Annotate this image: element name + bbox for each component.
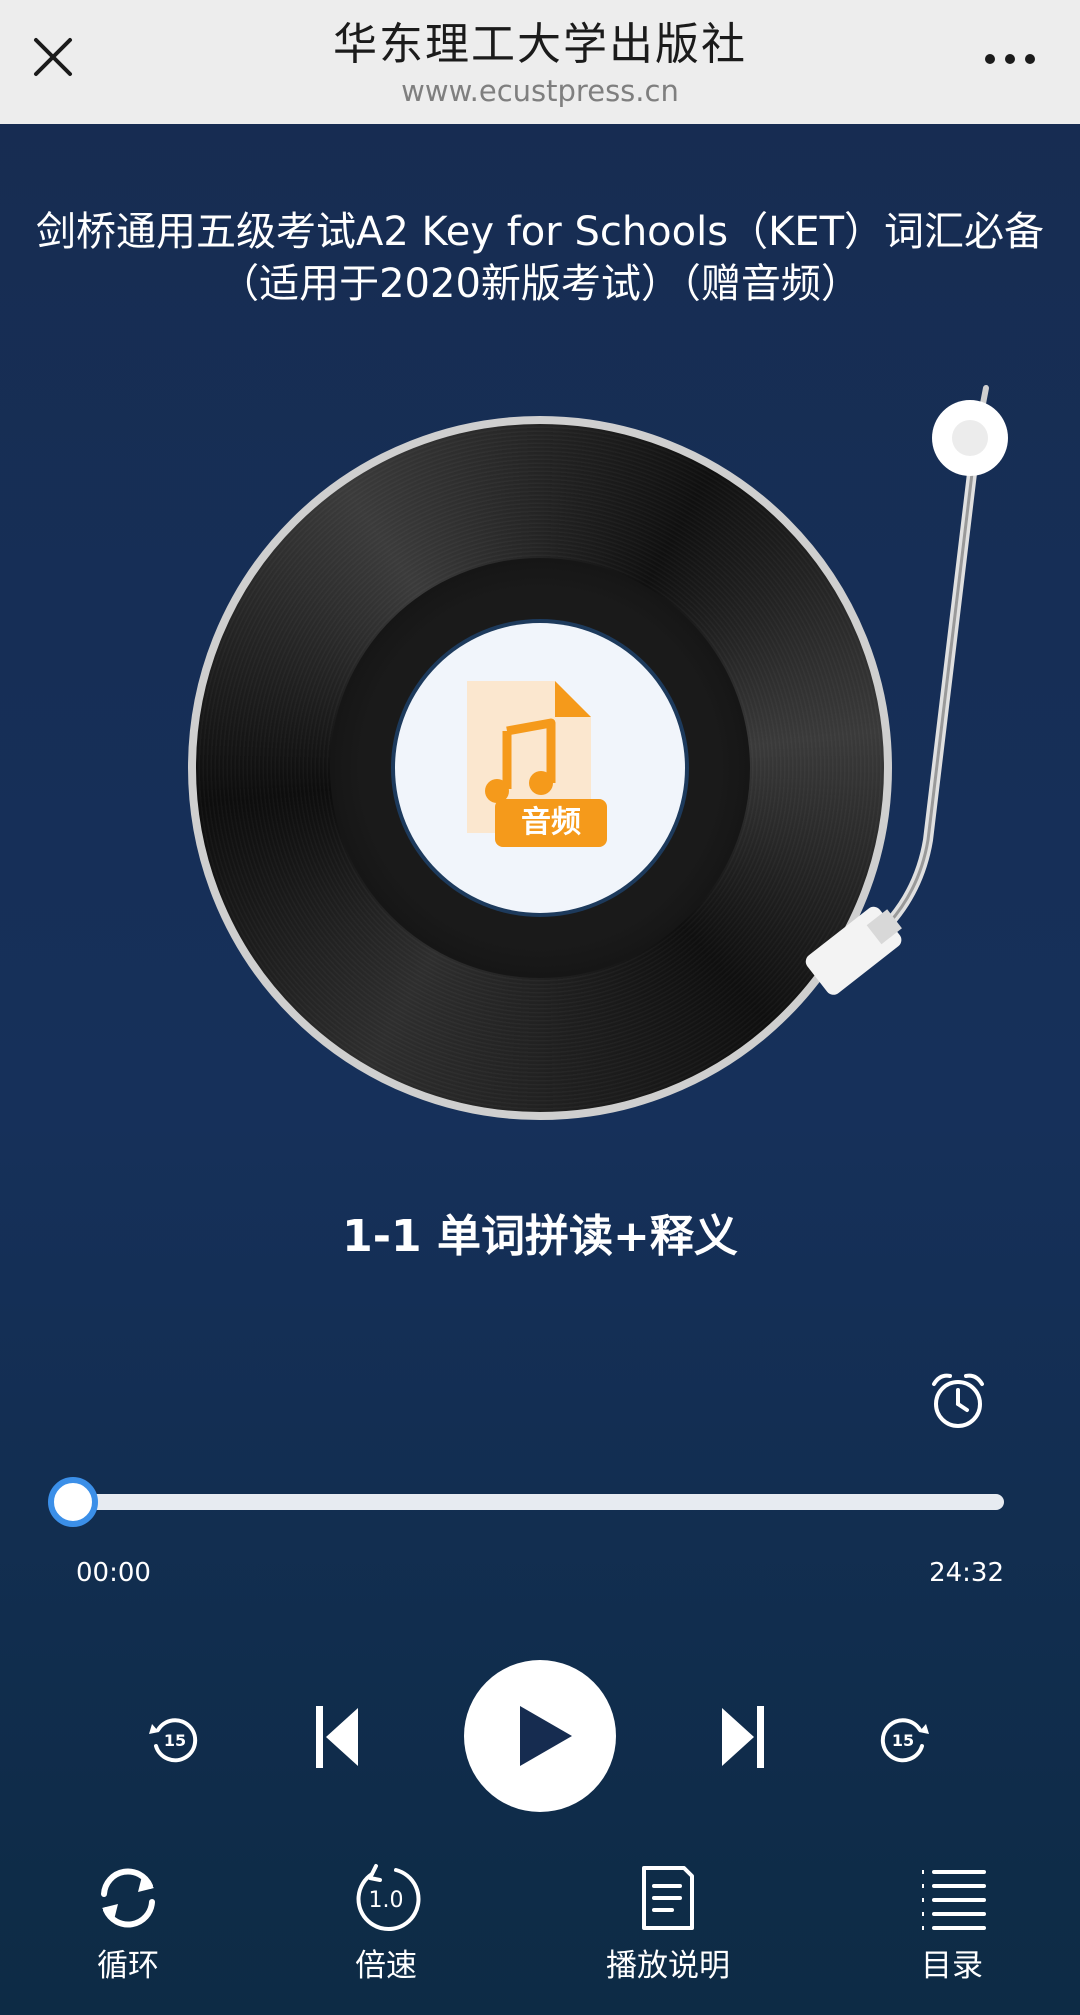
speed-icon: 1.0 — [356, 1864, 421, 1932]
catalog-button[interactable]: 目录 — [852, 1862, 1052, 1985]
alarm-clock-icon — [932, 1373, 984, 1428]
svg-text:1.0: 1.0 — [369, 1888, 404, 1913]
forward-15-icon: 15 — [880, 1718, 929, 1763]
speed-button[interactable]: 1.0 倍速 — [286, 1862, 486, 1985]
svg-text:15: 15 — [892, 1731, 914, 1750]
progress-track[interactable] — [66, 1494, 1004, 1510]
total-time: 24:32 — [929, 1558, 1004, 1588]
next-track-button[interactable] — [718, 1702, 768, 1772]
next-icon — [722, 1706, 764, 1768]
svg-text:15: 15 — [164, 1731, 186, 1750]
page-url: www.ecustpress.cn — [401, 74, 679, 108]
progress-knob[interactable] — [48, 1477, 98, 1527]
rewind-15-icon: 15 — [149, 1718, 198, 1763]
loop-button[interactable]: 循环 — [28, 1862, 228, 1985]
audio-file-icon — [467, 681, 607, 847]
more-button[interactable] — [980, 44, 1040, 74]
page-title: 华东理工大学出版社 — [333, 19, 747, 70]
previous-icon — [316, 1706, 358, 1768]
current-time: 00:00 — [76, 1558, 151, 1588]
play-icon — [520, 1706, 572, 1766]
more-icon — [985, 54, 1035, 64]
forward-15-button[interactable]: 15 — [874, 1710, 934, 1770]
sleep-timer-button[interactable] — [928, 1370, 988, 1432]
tonearm — [805, 385, 1008, 995]
instructions-button[interactable]: 播放说明 — [568, 1862, 768, 1985]
list-icon — [922, 1870, 986, 1930]
book-title-line1: 剑桥通用五级考试A2 Key for Schools（KET）词汇必备 — [35, 209, 1045, 255]
loop-icon — [101, 1868, 155, 1928]
book-title: 剑桥通用五级考试A2 Key for Schools（KET）词汇必备 （适用于… — [0, 206, 1080, 310]
record-label: 音频 — [395, 623, 685, 913]
instructions-label: 播放说明 — [606, 1948, 730, 1984]
top-bar: 华东理工大学出版社 www.ecustpress.cn — [0, 0, 1080, 124]
speed-label: 倍速 — [355, 1948, 417, 1984]
loop-label: 循环 — [97, 1948, 159, 1984]
catalog-label: 目录 — [921, 1948, 983, 1984]
previous-track-button[interactable] — [312, 1702, 362, 1772]
play-button[interactable] — [464, 1660, 616, 1812]
book-title-line2: （适用于2020新版考试）（赠音频） — [219, 261, 861, 307]
document-icon — [642, 1866, 694, 1930]
audio-badge: 音频 — [521, 805, 581, 840]
rewind-15-button[interactable]: 15 — [144, 1710, 204, 1770]
track-title: 1-1 单词拼读+释义 — [342, 1211, 738, 1262]
